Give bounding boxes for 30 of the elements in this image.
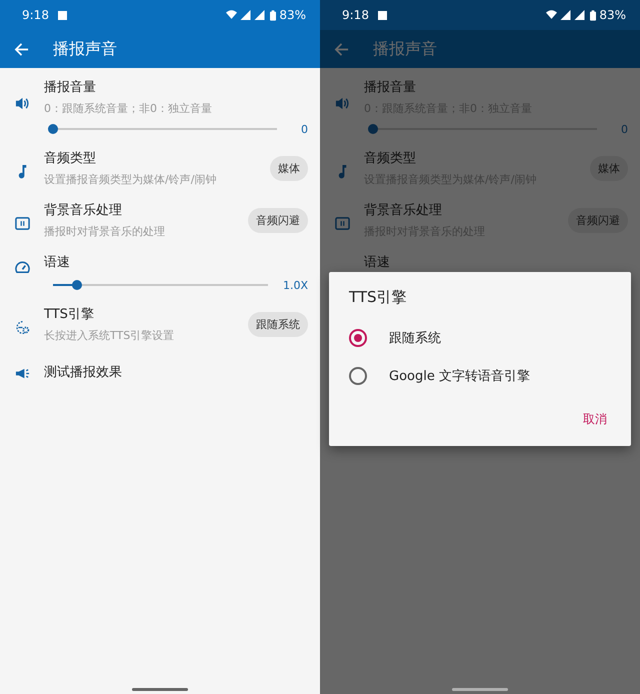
option-label[interactable]: 跟随系统 <box>389 329 441 347</box>
setting-title: TTS引擎 <box>44 306 95 324</box>
setting-description: 0：跟随系统音量；非0：独立音量 <box>44 101 213 117</box>
slider-value: 0 <box>300 122 308 136</box>
value-chip[interactable]: 音频闪避 <box>248 208 308 233</box>
option-label[interactable]: Google 文字转语音引擎 <box>389 367 530 385</box>
setting-title: 语速 <box>44 254 71 272</box>
slider-value: 1.0X <box>282 278 308 292</box>
slider-value: 0 <box>620 122 628 136</box>
setting-title: 播报音量 <box>44 79 97 97</box>
screen-title: 播报声音 <box>53 38 117 60</box>
cancel-button[interactable]: 取消 <box>579 405 611 434</box>
status-time: 9:18 <box>22 8 49 22</box>
setting-description: 长按进入系统TTS引擎设置 <box>44 328 176 344</box>
setting-title: 背景音乐处理 <box>364 202 443 220</box>
battery-percent: 83% <box>599 8 626 22</box>
setting-title: 播报音量 <box>364 79 417 97</box>
setting-title: 语速 <box>364 254 391 272</box>
setting-title: 背景音乐处理 <box>44 202 123 220</box>
setting-title: 音频类型 <box>364 150 417 168</box>
screen-title: 播报声音 <box>373 38 437 60</box>
setting-title: 音频类型 <box>44 150 97 168</box>
battery-percent: 83% <box>279 8 306 22</box>
value-chip[interactable]: 媒体 <box>270 156 308 181</box>
status-time: 9:18 <box>342 8 369 22</box>
setting-description: 设置播报音频类型为媒体/铃声/闹钟 <box>44 172 218 188</box>
value-chip[interactable]: 跟随系统 <box>248 312 308 337</box>
dialog-title: TTS引擎 <box>349 288 408 307</box>
setting-title: 测试播报效果 <box>44 364 123 382</box>
setting-description: 播报时对背景音乐的处理 <box>44 224 166 240</box>
